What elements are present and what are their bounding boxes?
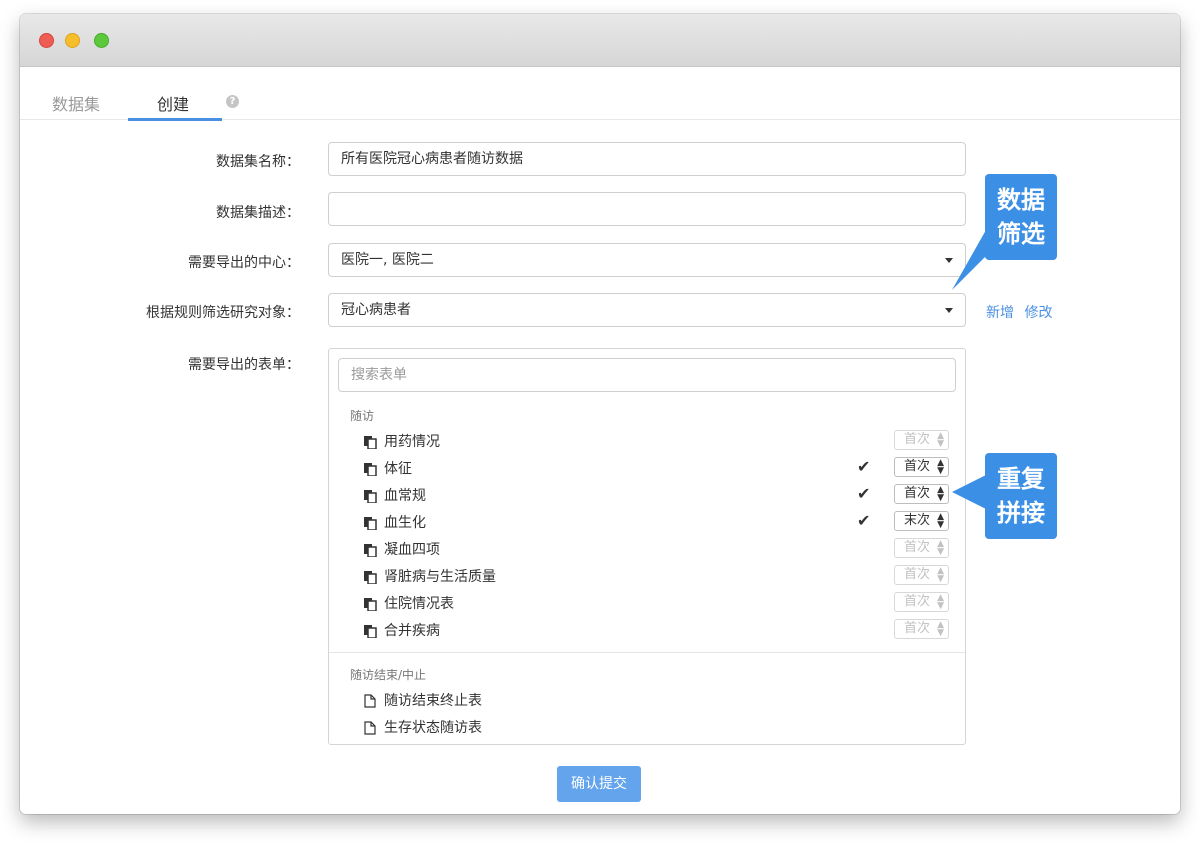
form-row[interactable]: 合并疾病 首次 ▲ ▼ <box>363 619 953 641</box>
occurrence-select[interactable]: 首次 ▲ ▼ <box>894 538 949 558</box>
form-name: 合并疾病 <box>384 623 440 639</box>
occurrence-select[interactable]: 首次 ▲ ▼ <box>894 484 949 504</box>
form-name: 体征 <box>384 461 412 477</box>
occurrence-select[interactable]: 末次 ▲ ▼ <box>894 511 949 531</box>
sort-arrows-icon: ▲ ▼ <box>937 593 944 611</box>
export-center-label: 需要导出的中心： <box>188 255 300 271</box>
maximize-window-button[interactable] <box>94 33 109 48</box>
sort-arrows-icon: ▲ ▼ <box>937 458 944 476</box>
sort-arrows-icon: ▲ ▼ <box>937 512 944 530</box>
form-row[interactable]: 体征 ✔ 首次 ▲ ▼ <box>363 457 953 479</box>
checkmark-icon: ✔ <box>857 457 871 476</box>
dataset-description-label: 数据集描述： <box>216 205 300 221</box>
forms-search-input[interactable]: 搜索表单 <box>338 358 956 392</box>
sort-arrows-icon: ▲ ▼ <box>937 431 944 449</box>
copy-icon <box>363 542 377 558</box>
tab-dataset[interactable]: 数据集 <box>52 91 100 115</box>
copy-icon <box>363 623 377 639</box>
minimize-window-button[interactable] <box>65 33 80 48</box>
dataset-name-label: 数据集名称： <box>216 154 300 170</box>
form-name: 生存状态随访表 <box>384 720 482 736</box>
question-circle-icon[interactable]: ? <box>226 95 239 108</box>
sort-arrows-icon: ▲ ▼ <box>937 566 944 584</box>
occurrence-select[interactable]: 首次 ▲ ▼ <box>894 430 949 450</box>
occurrence-value: 首次 <box>904 486 931 501</box>
rule-actions: 新增 修改 <box>986 302 1058 322</box>
active-tab-indicator <box>128 118 222 121</box>
export-forms-label: 需要导出的表单： <box>188 357 300 373</box>
form-row[interactable]: 用药情况 首次 ▲ ▼ <box>363 430 953 452</box>
form-name: 血常规 <box>384 488 426 504</box>
group-title-followup-end: 随访结束/中止 <box>350 668 427 682</box>
form-row[interactable]: 血生化 ✔ 末次 ▲ ▼ <box>363 511 953 533</box>
copy-icon <box>363 596 377 612</box>
occurrence-value: 首次 <box>904 621 931 636</box>
form-row[interactable]: 肾脏病与生活质量 首次 ▲ ▼ <box>363 565 953 587</box>
form-name: 凝血四项 <box>384 542 440 558</box>
copy-icon <box>363 515 377 531</box>
repeat-callout: 重复 拼接 <box>985 453 1057 539</box>
occurrence-value: 首次 <box>904 567 931 582</box>
occurrence-select[interactable]: 首次 ▲ ▼ <box>894 619 949 639</box>
dataset-name-input[interactable]: 所有医院冠心病患者随访数据 <box>328 142 966 176</box>
copy-icon <box>363 461 377 477</box>
occurrence-select[interactable]: 首次 ▲ ▼ <box>894 565 949 585</box>
dataset-description-input[interactable] <box>328 192 966 226</box>
tab-bar: 数据集 创建 ? <box>20 67 1180 121</box>
occurrence-value: 首次 <box>904 432 931 447</box>
form-name: 血生化 <box>384 515 426 531</box>
group-title-followup: 随访 <box>350 409 375 423</box>
title-bar <box>20 14 1180 67</box>
checkmark-icon: ✔ <box>857 511 871 530</box>
rule-filter-label: 根据规则筛选研究对象： <box>146 305 300 321</box>
forms-panel: 搜索表单 随访 用药情况 首次 ▲ ▼ 体征 ✔ 首次 ▲ ▼ 血常规 ✔ 首次 ▲ ▼ 血生化 ✔ 末次 ▲ ▼ 凝… <box>328 348 966 745</box>
filter-callout-line2: 筛选 <box>997 220 1045 248</box>
form-row[interactable]: 凝血四项 首次 ▲ ▼ <box>363 538 953 560</box>
form-row[interactable]: 生存状态随访表 <box>363 716 953 738</box>
checkmark-icon: ✔ <box>857 484 871 503</box>
occurrence-value: 首次 <box>904 594 931 609</box>
sort-arrows-icon: ▲ ▼ <box>937 620 944 638</box>
submit-button[interactable]: 确认提交 <box>557 766 641 802</box>
filter-callout-line1: 数据 <box>997 186 1045 214</box>
form-row[interactable]: 随访结束终止表 <box>363 689 953 711</box>
rule-filter-select[interactable]: 冠心病患者 <box>328 293 966 327</box>
filter-callout: 数据 筛选 <box>985 174 1057 260</box>
copy-icon <box>363 488 377 504</box>
occurrence-select[interactable]: 首次 ▲ ▼ <box>894 457 949 477</box>
app-window: 数据集 创建 ? 数据集名称： 所有医院冠心病患者随访数据 数据集描述： 需要导… <box>20 14 1180 814</box>
form-name: 用药情况 <box>384 434 440 450</box>
filter-callout-pointer <box>952 230 986 290</box>
occurrence-value: 首次 <box>904 459 931 474</box>
repeat-callout-line2: 拼接 <box>997 499 1045 527</box>
file-icon <box>363 693 377 708</box>
tab-create[interactable]: 创建 <box>157 91 189 115</box>
form-row[interactable]: 住院情况表 首次 ▲ ▼ <box>363 592 953 614</box>
occurrence-value: 末次 <box>904 513 931 528</box>
export-center-select[interactable]: 医院一, 医院二 <box>328 243 966 277</box>
form-name: 肾脏病与生活质量 <box>384 569 496 585</box>
export-center-value: 医院一, 医院二 <box>341 252 434 268</box>
group-divider <box>329 652 965 653</box>
repeat-callout-line1: 重复 <box>997 465 1045 493</box>
copy-icon <box>363 434 377 450</box>
edit-rule-link[interactable]: 修改 <box>1024 305 1052 321</box>
close-window-button[interactable] <box>39 33 54 48</box>
form-row[interactable]: 血常规 ✔ 首次 ▲ ▼ <box>363 484 953 506</box>
file-icon <box>363 720 377 735</box>
sort-arrows-icon: ▲ ▼ <box>937 485 944 503</box>
caret-down-icon <box>945 308 953 313</box>
rule-filter-value: 冠心病患者 <box>341 302 411 318</box>
form-name: 住院情况表 <box>384 596 454 612</box>
occurrence-value: 首次 <box>904 540 931 555</box>
repeat-callout-pointer <box>952 474 988 510</box>
add-rule-link[interactable]: 新增 <box>986 305 1014 321</box>
copy-icon <box>363 569 377 585</box>
form-name: 随访结束终止表 <box>384 693 482 709</box>
sort-arrows-icon: ▲ ▼ <box>937 539 944 557</box>
occurrence-select[interactable]: 首次 ▲ ▼ <box>894 592 949 612</box>
